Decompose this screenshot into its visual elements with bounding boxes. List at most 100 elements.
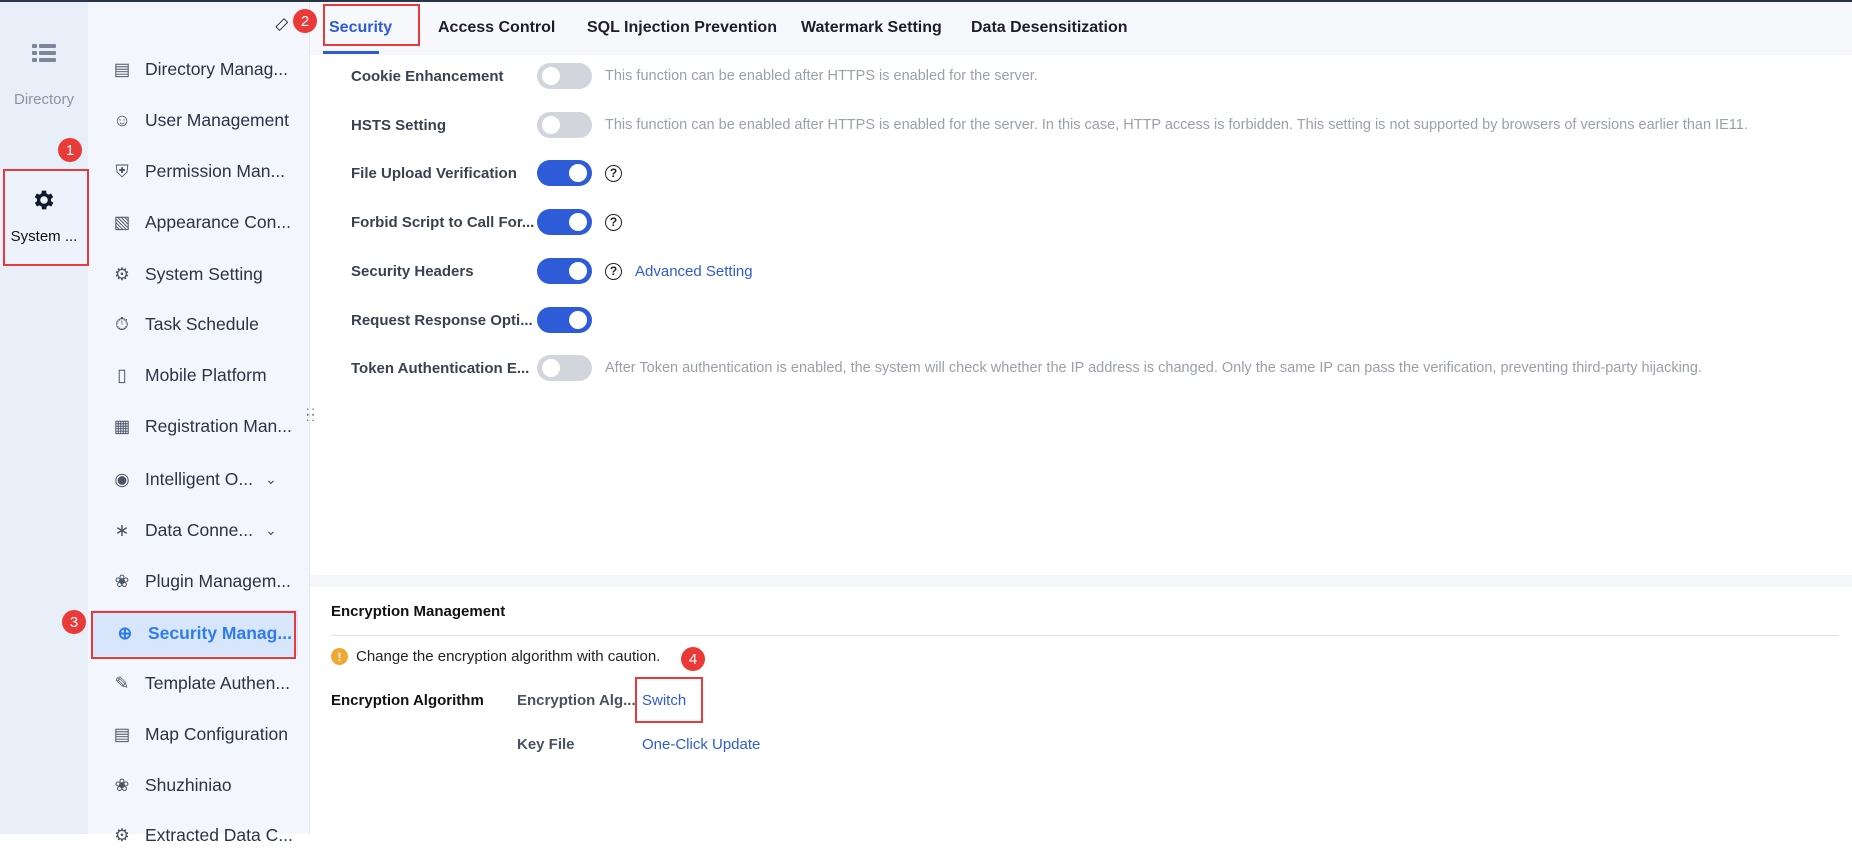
sidebar-item-data-conne[interactable]: ∗ Data Conne... ⌄ (88, 507, 310, 553)
gear-icon (34, 190, 54, 210)
setting-row: File Upload Verification? (351, 160, 622, 186)
rail-label: System ... (10, 228, 78, 245)
intelligent-ops-icon: ◉ (114, 468, 130, 489)
sidebar-item-label: Permission Man... (145, 160, 286, 181)
setting-description: This function can be enabled after HTTPS… (605, 68, 1038, 84)
advanced-setting-link[interactable]: Advanced Setting (635, 263, 753, 280)
settings-icon: ⚙ (114, 263, 130, 284)
setting-label: Forbid Script to Call For... (351, 213, 535, 231)
template-auth-icon: ✎ (114, 672, 130, 693)
registration-icon: ▦ (113, 415, 131, 436)
mobile-icon: ▯ (117, 364, 127, 385)
tab-access-control[interactable]: Access Control (438, 19, 555, 37)
warning-message: ! Change the encryption algorithm with c… (331, 648, 1852, 665)
setting-toggle[interactable] (537, 209, 592, 235)
app-rail: Directory System ... (0, 2, 88, 834)
sidebar-item-mobile-platform[interactable]: ▯ Mobile Platform (88, 352, 310, 398)
puzzle-icon: ❀ (114, 774, 130, 795)
switch-link[interactable]: Switch (642, 692, 686, 709)
tab-security[interactable]: Security (329, 19, 392, 37)
annotation-badge-2: 2 (293, 9, 317, 33)
section-divider (310, 575, 1852, 587)
annotation-badge-3: 3 (62, 610, 86, 634)
sidebar-item-registration-man[interactable]: ▦ Registration Man... (88, 403, 310, 449)
sidebar-item-label: Extracted Data C... (145, 824, 293, 845)
paint-roller-icon: ▧ (113, 211, 131, 232)
setting-toggle[interactable] (537, 355, 592, 381)
setting-row: Request Response Opti... (351, 307, 592, 333)
chevron-down-icon[interactable]: ⌄ (265, 471, 277, 488)
warning-text: Change the encryption algorithm with cau… (356, 648, 661, 665)
tab-watermark-setting[interactable]: Watermark Setting (801, 19, 942, 37)
setting-row: Cookie Enhancement This function can be e… (351, 63, 1038, 89)
one-click-update-link[interactable]: One-Click Update (642, 736, 760, 753)
setting-toggle[interactable] (537, 307, 592, 333)
tab-bar: Security Access Control SQL Injection Pr… (310, 2, 1852, 55)
sidebar-item-intelligent-o[interactable]: ◉ Intelligent O... ⌄ (88, 456, 310, 502)
sidebar-item-system-setting[interactable]: ⚙ System Setting (88, 251, 310, 297)
tab-data-desensitization[interactable]: Data Desensitization (971, 19, 1127, 37)
puzzle-icon: ❀ (114, 570, 130, 591)
user-icon: ☺ (113, 109, 131, 130)
map-icon: ▤ (113, 723, 131, 744)
permission-icon: ⛨ (115, 160, 129, 181)
key-file-label: Key File (517, 736, 575, 753)
list-icon (32, 44, 56, 62)
sidebar-item-label: Mobile Platform (145, 364, 267, 385)
sidebar-item-map-configuration[interactable]: ▤ Map Configuration (88, 711, 310, 757)
sidebar-item-label: Directory Manag... (145, 58, 288, 79)
chevron-down-icon[interactable]: ⌄ (265, 522, 277, 539)
setting-toggle[interactable] (537, 258, 592, 284)
main-content: Security Access Control SQL Injection Pr… (310, 2, 1852, 834)
gear-icon: ⚙ (114, 824, 130, 845)
setting-row: Forbid Script to Call For...? (351, 209, 622, 235)
tab-sql-injection-prevention[interactable]: SQL Injection Prevention (587, 19, 777, 37)
encryption-algorithm-label: Encryption Algorithm (331, 692, 484, 709)
help-icon[interactable]: ? (605, 262, 622, 280)
help-icon[interactable]: ? (605, 213, 622, 231)
rail-item-system[interactable]: System ... (0, 170, 88, 266)
sidebar-item-label: System Setting (145, 263, 263, 284)
sidebar-item-user-management[interactable]: ☺ User Management (88, 97, 310, 143)
setting-toggle[interactable] (537, 112, 592, 138)
encryption-alg-field-label: Encryption Alg... (517, 692, 636, 709)
encryption-title: Encryption Management (331, 603, 1852, 621)
sidebar-item-label: Shuzhiniao (145, 774, 232, 795)
sidebar-item-plugin-managem[interactable]: ❀ Plugin Managem... (88, 558, 310, 604)
setting-label: Token Authentication E... (351, 359, 530, 377)
setting-label: File Upload Verification (351, 164, 517, 182)
warning-icon: ! (331, 648, 348, 665)
help-icon[interactable]: ? (605, 164, 622, 182)
active-tab-indicator (323, 51, 379, 54)
setting-row: Token Authentication E... After Token aut… (351, 355, 1702, 381)
sidebar-item-template-authen[interactable]: ✎ Template Authen... (88, 660, 310, 706)
shield-plus-icon: ⊕ (117, 622, 133, 643)
sidebar-item-label: Task Schedule (145, 313, 259, 334)
sidebar-item-appearance-con[interactable]: ▧ Appearance Con... (88, 199, 310, 245)
section-title: Encryption Management (331, 603, 506, 620)
rail-label: Directory (13, 91, 74, 108)
setting-label: HSTS Setting (351, 116, 447, 134)
setting-toggle[interactable] (537, 63, 592, 89)
sidebar-item-label: Security Manag... (148, 622, 292, 643)
divider (331, 635, 1838, 636)
sidebar-item-label: Plugin Managem... (145, 570, 291, 591)
sidebar-item-label: Map Configuration (145, 723, 288, 744)
sidebar-item-permission-man[interactable]: ⛨ Permission Man... (88, 148, 310, 194)
rail-item-directory[interactable]: Directory (0, 42, 88, 108)
sidebar-item-directory-manag[interactable]: ▤ Directory Manag... (88, 46, 310, 92)
sidebar-item-shuzhiniao[interactable]: ❀ Shuzhiniao (88, 762, 310, 808)
annotation-badge-1: 1 (58, 138, 82, 162)
sidebar-item-label: Registration Man... (145, 415, 292, 436)
setting-label: Cookie Enhancement (351, 67, 504, 85)
sidebar-item-extracted-data-c[interactable]: ⚙ Extracted Data C... (88, 812, 310, 858)
directory-icon: ▤ (113, 58, 131, 79)
sidebar-item-label: Appearance Con... (145, 211, 291, 232)
sidebar-item-security-manag[interactable]: ⊕ Security Manag... (91, 610, 298, 656)
annotation-badge-4: 4 (681, 647, 705, 671)
timer-icon: ⏱ (115, 313, 129, 334)
setting-row: Security Headers? Advanced Setting (351, 258, 753, 284)
sidebar-item-label: User Management (145, 109, 289, 130)
sidebar-item-task-schedule[interactable]: ⏱ Task Schedule (88, 301, 310, 347)
setting-toggle[interactable] (537, 160, 592, 186)
